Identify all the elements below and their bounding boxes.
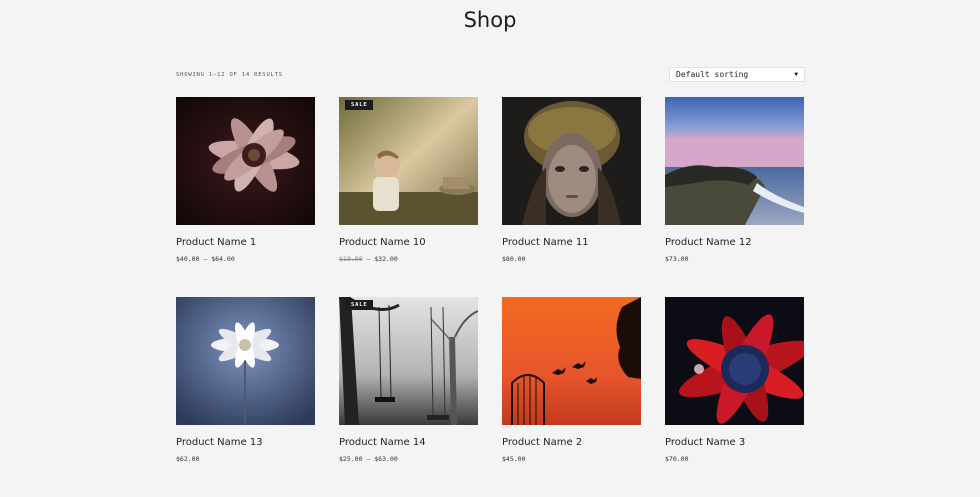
sort-select[interactable]: Default sorting ▼ — [669, 67, 805, 82]
product-price: $73.00 — [665, 255, 689, 263]
product-price: $25.00 – $63.00 — [339, 455, 478, 463]
product-name[interactable]: Product Name 11 — [502, 237, 641, 248]
product-card[interactable]: Product Name 1 $40.00 – $64.00 — [176, 97, 315, 297]
product-image-red-flower[interactable] — [665, 297, 804, 425]
page-title: Shop — [463, 8, 517, 32]
product-price: $45.00 — [502, 455, 526, 463]
price-new: $32.00 — [374, 255, 398, 263]
product-image-child-sunlight[interactable]: SALE — [339, 97, 478, 225]
product-image-foggy-swing[interactable]: SALE — [339, 297, 478, 425]
product-name[interactable]: Product Name 12 — [665, 237, 804, 248]
price-separator: – — [203, 255, 208, 263]
product-image-pink-flower[interactable] — [176, 97, 315, 225]
price-low: $25.00 — [339, 455, 363, 463]
sale-badge: SALE — [345, 300, 374, 310]
price-separator: – — [366, 455, 371, 463]
chevron-down-icon: ▼ — [794, 71, 798, 78]
price-high: $63.00 — [374, 455, 398, 463]
product-name[interactable]: Product Name 2 — [502, 437, 641, 448]
product-card[interactable]: Product Name 11 $80.00 — [502, 97, 641, 297]
product-price: $70.00 — [665, 455, 689, 463]
product-price: $62.00 — [176, 455, 200, 463]
price-low: $40.00 — [176, 255, 200, 263]
product-image-orange-sunset-birds[interactable] — [502, 297, 641, 425]
price-high: $64.00 — [211, 255, 235, 263]
product-name[interactable]: Product Name 3 — [665, 437, 804, 448]
product-card[interactable]: Product Name 3 $70.00 — [665, 297, 804, 497]
product-image-portrait-woman[interactable] — [502, 97, 641, 225]
price-old: $18.00 — [339, 255, 363, 263]
product-card[interactable]: Product Name 2 $45.00 — [502, 297, 641, 497]
sort-select-value: Default sorting — [676, 70, 749, 79]
product-card[interactable]: Product Name 13 $62.00 — [176, 297, 315, 497]
product-card[interactable]: SALE Product Name 10 $18.00 – $32.00 — [339, 97, 478, 297]
product-card[interactable]: Product Name 12 $73.00 — [665, 97, 804, 297]
result-count: Showing 1–12 of 14 results — [176, 72, 283, 78]
product-price: $18.00 – $32.00 — [339, 255, 478, 263]
product-image-coastline-dusk[interactable] — [665, 97, 804, 225]
product-card[interactable]: SALE Product Name 14 $25.00 – $63.00 — [339, 297, 478, 497]
price-separator: – — [366, 255, 371, 263]
product-name[interactable]: Product Name 14 — [339, 437, 478, 448]
product-image-white-daisy[interactable] — [176, 297, 315, 425]
sale-badge: SALE — [345, 100, 374, 110]
product-name[interactable]: Product Name 10 — [339, 237, 478, 248]
product-grid: Product Name 1 $40.00 – $64.00 SALE Prod… — [176, 97, 804, 497]
product-name[interactable]: Product Name 1 — [176, 237, 315, 248]
product-price: $80.00 — [502, 255, 526, 263]
product-name[interactable]: Product Name 13 — [176, 437, 315, 448]
product-price: $40.00 – $64.00 — [176, 255, 315, 263]
